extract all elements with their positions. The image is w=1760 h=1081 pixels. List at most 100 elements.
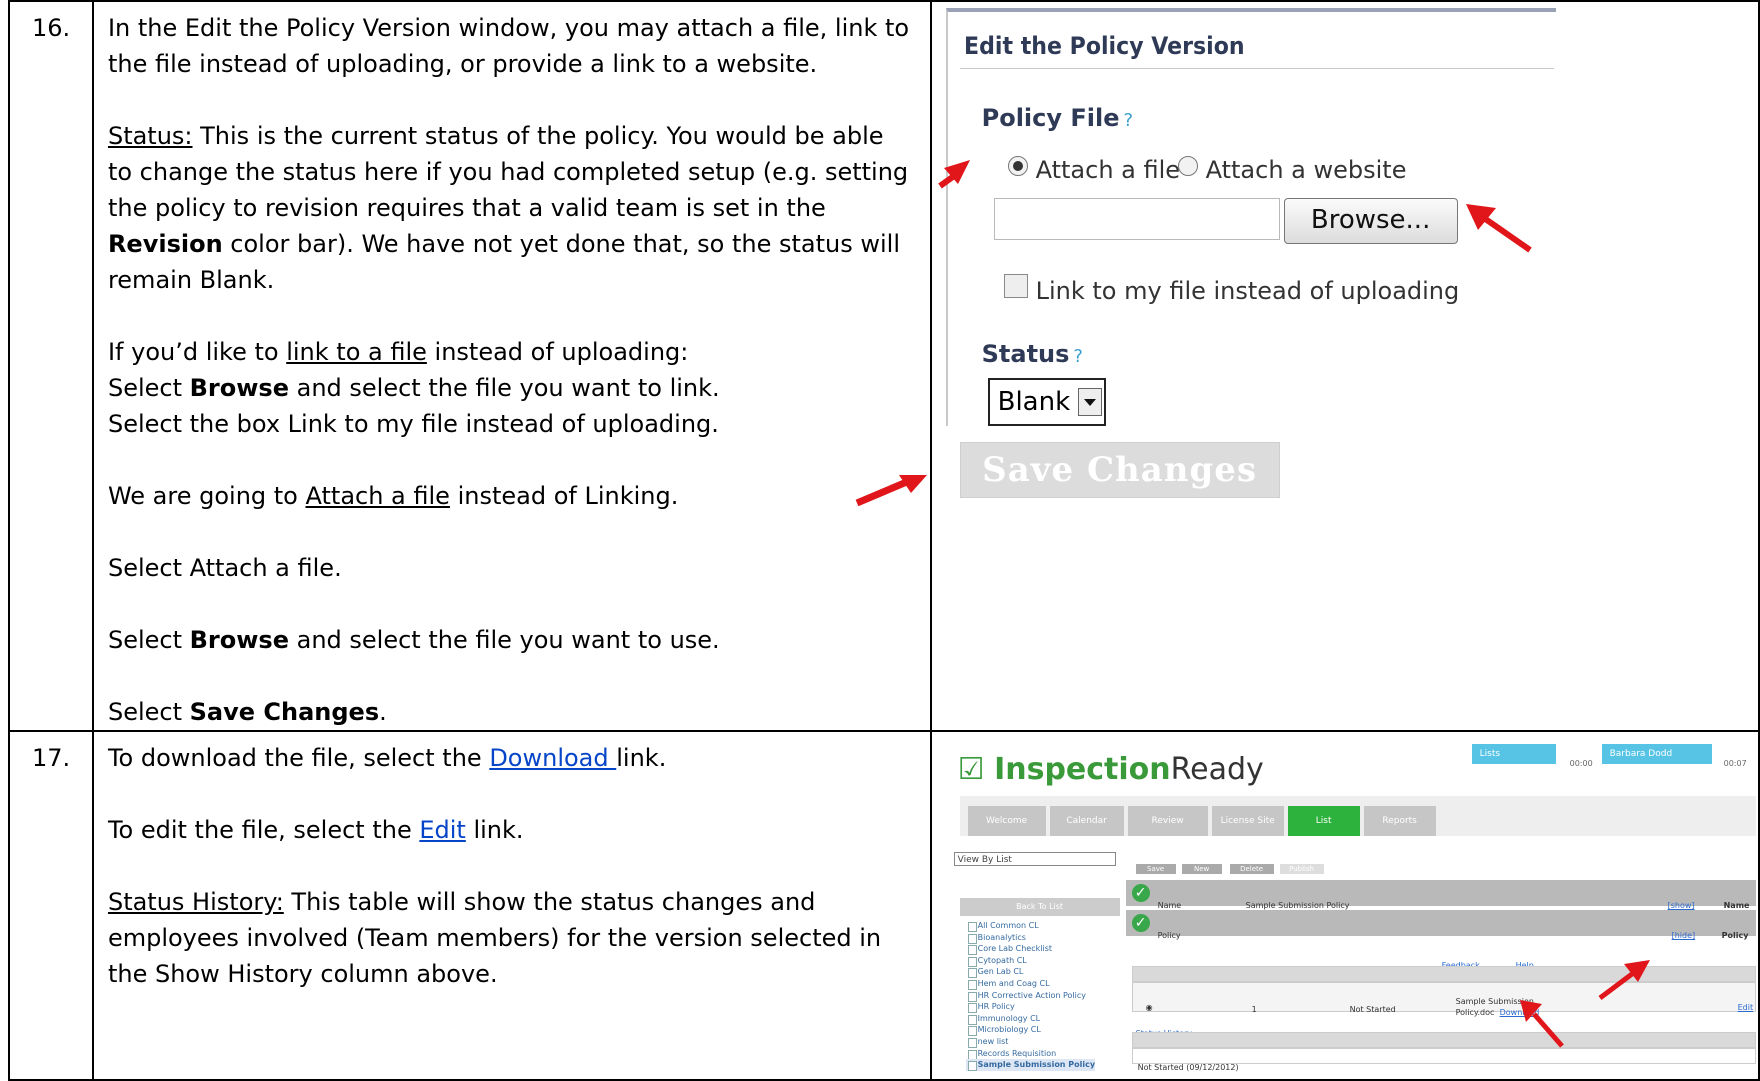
step-text-cell: To download the file, select the Downloa… — [91, 730, 932, 1081]
download-text: To download the file, select the — [107, 744, 490, 772]
tab-reports[interactable]: Reports — [1363, 806, 1436, 836]
status-history-paragraph: Status History: This table will show the… — [108, 884, 914, 992]
list-item[interactable]: new list — [966, 1036, 1095, 1048]
list-item[interactable]: Bioanalytics — [966, 932, 1095, 944]
attach-file-label[interactable]: Attach a file — [1036, 152, 1180, 188]
list-item[interactable]: HR Policy — [966, 1001, 1095, 1013]
logo-part-2: Ready — [1170, 752, 1264, 787]
list-item[interactable]: Records Requisition — [966, 1048, 1095, 1060]
checkbox-logo-icon: ☑ — [957, 752, 985, 787]
download-link[interactable]: Download — [489, 744, 616, 772]
lists-bar[interactable]: Lists — [1471, 744, 1556, 764]
policy-right: Policy — [1721, 931, 1749, 940]
file-path-input[interactable] — [993, 198, 1280, 240]
check-icon: ✓ — [1131, 914, 1150, 932]
save-changes-button[interactable]: Save Changes — [959, 442, 1280, 498]
edit-instruction: To edit the file, select the Edit link. — [108, 812, 914, 848]
tab-welcome[interactable]: Welcome — [967, 806, 1046, 836]
status-heading: Status? — [982, 336, 1083, 375]
revision-term: Revision — [107, 230, 223, 258]
timer-2: 00:07 — [1723, 759, 1747, 768]
list-item[interactable]: HR Corrective Action Policy — [966, 990, 1095, 1002]
history-status: Not Started (09/12/2012) — [1137, 1063, 1239, 1072]
attach-website-label[interactable]: Attach a website — [1206, 152, 1407, 188]
browse2-text: Select — [107, 626, 190, 654]
status-text-end: color bar). We have not yet done that, s… — [107, 230, 900, 294]
new-button[interactable]: New — [1181, 864, 1222, 874]
history-header — [1131, 1032, 1756, 1048]
red-arrow-icon — [1598, 960, 1650, 1000]
policy-file-heading: Policy File? — [982, 100, 1133, 139]
download-instruction: To download the file, select the Downloa… — [108, 740, 914, 776]
red-arrow-icon — [855, 475, 927, 507]
timer-1: 00:00 — [1569, 759, 1593, 768]
edit-text-end: link. — [465, 816, 524, 844]
link-file-checkbox[interactable] — [1003, 274, 1028, 298]
edit-policy-screenshot-cell: Edit the Policy Version Policy File? Att… — [929, 0, 1760, 732]
status-paragraph: Status: This is the current status of th… — [108, 118, 914, 298]
status-label: Status — [981, 340, 1070, 368]
inspection-ready-screenshot-cell: ☑ InspectionReady Lists 00:00 Barbara Do… — [929, 730, 1760, 1081]
list-item[interactable]: All Common CL — [966, 920, 1095, 932]
status-term: Status: — [107, 122, 193, 150]
browse-text-end: and select the file you want to link. — [288, 374, 720, 402]
list-item[interactable]: Immunology CL — [966, 1013, 1095, 1025]
policy-file-ext: Policy.doc — [1455, 1008, 1495, 1017]
attach-file-radio[interactable] — [1007, 156, 1028, 176]
app-logo: ☑ InspectionReady — [958, 752, 1264, 788]
view-by-select[interactable]: View By List — [953, 852, 1116, 866]
save-button[interactable]: Save — [1135, 864, 1176, 874]
edit-link[interactable]: Edit — [419, 816, 465, 844]
select-attach-instruction: Select Attach a file. — [107, 554, 342, 582]
edit-policy-window: Edit the Policy Version Policy File? Att… — [937, 8, 1556, 428]
list-item[interactable]: Hem and Coag CL — [966, 978, 1095, 990]
list-item[interactable]: Core Lab Checklist — [966, 943, 1095, 955]
status-text: This is the current status of the policy… — [107, 122, 909, 222]
select-box-instruction: Select the box Link to my file instead o… — [107, 410, 719, 438]
attach-term: Attach a file — [305, 482, 450, 510]
list-item[interactable]: Cytopath CL — [966, 955, 1095, 967]
help-icon[interactable]: ? — [1124, 110, 1134, 131]
link-intro-text: If you’d like to — [107, 338, 287, 366]
version-value: 1 — [1251, 1005, 1257, 1014]
link-intro-end: instead of uploading: — [426, 338, 689, 366]
status-help-icon[interactable]: ? — [1073, 346, 1083, 367]
link-file-label[interactable]: Link to my file instead of uploading — [1036, 273, 1460, 309]
edit-text: To edit the file, select the — [107, 816, 420, 844]
policy-file-label: Policy File — [981, 104, 1120, 132]
list-items: All Common CL Bioanalytics Core Lab Chec… — [965, 920, 1096, 1071]
list-item[interactable]: Gen Lab CL — [966, 966, 1095, 978]
step-number: 16. — [32, 14, 71, 42]
back-to-list-button[interactable]: Back To List — [959, 898, 1120, 916]
user-bar[interactable]: Barbara Dodd — [1601, 744, 1712, 764]
window-title: Edit the Policy Version — [963, 32, 1245, 60]
browse2-term: Browse — [189, 626, 289, 654]
chevron-down-icon[interactable] — [1077, 388, 1102, 416]
tab-review[interactable]: Review — [1127, 806, 1208, 836]
check-icon: ✓ — [1131, 884, 1150, 902]
publish-button[interactable]: Publish — [1279, 864, 1324, 874]
link-term: link to a file — [286, 338, 427, 366]
attach-note: We are going to Attach a file instead of… — [108, 478, 914, 514]
save-instruction: Select Save Changes. — [108, 694, 914, 730]
browse-button[interactable]: Browse... — [1283, 198, 1458, 244]
list-item[interactable]: Microbiology CL — [966, 1024, 1095, 1036]
edit-link[interactable]: Edit — [1738, 990, 1754, 1026]
red-arrow-icon — [1465, 204, 1532, 253]
versions-row — [1131, 982, 1756, 1012]
download-text-end: link. — [616, 744, 667, 772]
status-select[interactable]: Blank — [987, 378, 1106, 426]
hide-toggle[interactable]: [hide] — [1672, 918, 1696, 954]
logo-part-1: Inspection — [994, 752, 1171, 787]
policy-label: Policy — [1157, 931, 1181, 940]
tab-list[interactable]: List — [1287, 806, 1360, 836]
step-intro: In the Edit the Policy Version window, y… — [107, 14, 910, 78]
step-number-cell: 17. — [8, 730, 94, 1081]
attach-website-radio[interactable] — [1177, 156, 1198, 176]
delete-button[interactable]: Delete — [1229, 864, 1274, 874]
browse-instruction: Select Browse and select the file you wa… — [108, 370, 914, 406]
list-item[interactable]: Sample Submission Policy — [965, 1059, 1096, 1071]
tab-license-site[interactable]: License Site — [1211, 806, 1284, 836]
name-row — [1125, 880, 1756, 906]
tab-calendar[interactable]: Calendar — [1049, 806, 1124, 836]
